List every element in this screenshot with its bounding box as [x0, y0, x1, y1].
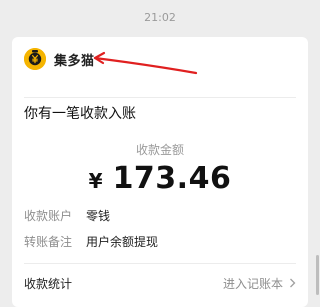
card-header[interactable]: 集多猫: [12, 37, 308, 83]
detail-value: 用户余额提现: [86, 235, 159, 249]
notification-title: 你有一笔收款入账: [24, 106, 136, 122]
ledger-link-label: 进入记账本: [222, 277, 283, 291]
amount-label: 收款金额: [135, 143, 184, 157]
detail-row-remark: 转账备注 用户余额提现: [24, 233, 158, 250]
footer-bar[interactable]: 收款统计 进入记账本: [12, 265, 308, 299]
detail-label: 收款账户: [24, 209, 73, 223]
detail-value: 零钱: [86, 209, 111, 223]
footer-divider: [24, 263, 296, 264]
ledger-link[interactable]: 进入记账本: [223, 275, 296, 292]
amount-value: 173.46: [112, 161, 232, 196]
message-timestamp: 21:02: [144, 11, 176, 24]
app-name[interactable]: 集多猫: [54, 50, 95, 69]
currency-symbol: ¥: [88, 169, 103, 193]
chevron-right-icon: [289, 277, 296, 291]
detail-label: 转账备注: [24, 235, 73, 249]
amount-display: ¥173.46: [12, 161, 308, 196]
payment-notification-card[interactable]: 集多猫 你有一笔收款入账 收款金额 ¥173.46 收款账户 零钱 转账备注 用户余…: [12, 37, 308, 307]
gold-coin-yen-icon: [24, 48, 46, 70]
stats-link[interactable]: 收款统计: [24, 275, 72, 292]
detail-row-account: 收款账户 零钱: [24, 207, 110, 224]
scrollbar[interactable]: [316, 255, 319, 295]
header-divider: [24, 97, 296, 98]
